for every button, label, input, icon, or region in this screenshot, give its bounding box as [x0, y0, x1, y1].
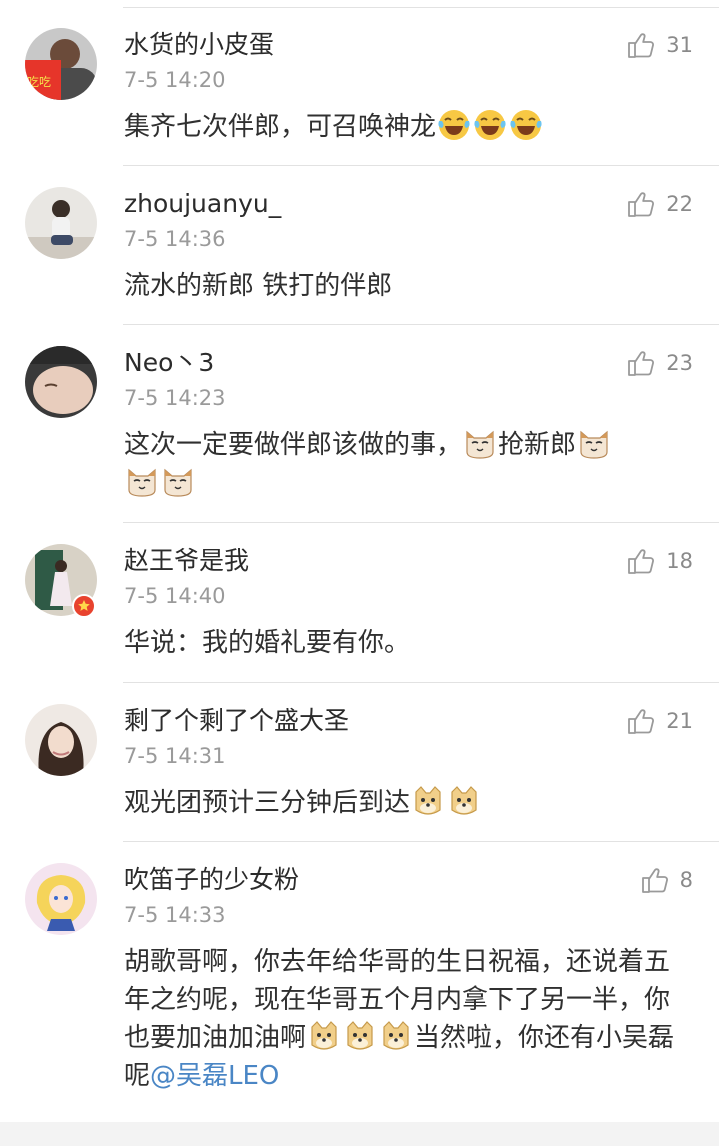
- comment-text: 华说：我的婚礼要有你。: [124, 628, 411, 658]
- laugh-cry-emoji: [473, 108, 507, 142]
- divider: [123, 522, 719, 523]
- avatar[interactable]: [25, 187, 97, 259]
- timestamp: 7-5 14:40: [124, 584, 226, 608]
- user-mention-link[interactable]: @吴磊LEO: [150, 1061, 279, 1091]
- verified-badge-icon: [72, 594, 96, 618]
- avatar[interactable]: [25, 346, 97, 418]
- username[interactable]: Neo丶3: [124, 346, 214, 380]
- username[interactable]: zhoujuanyu_: [124, 187, 281, 221]
- thumbs-up-icon: [640, 865, 670, 895]
- comment-text: 胡歌哥啊，你去年给华哥的生日祝福，还说着五年之约呢，现在华哥五个月内拿下了另一半…: [124, 943, 694, 1095]
- like-count: 31: [666, 33, 693, 57]
- like-button[interactable]: 31: [626, 30, 693, 60]
- comment-text: 集齐七次伴郎，可召唤神龙: [124, 108, 694, 146]
- timestamp: 7-5 14:20: [124, 68, 226, 92]
- cat-emoji: [463, 426, 497, 460]
- like-count: 21: [666, 709, 693, 733]
- timestamp: 7-5 14:31: [124, 744, 226, 768]
- timestamp: 7-5 14:33: [124, 903, 226, 927]
- thumbs-up-icon: [626, 189, 656, 219]
- bottom-band: [0, 1122, 719, 1146]
- doge-emoji: [307, 1019, 341, 1053]
- thumbs-up-icon: [626, 348, 656, 378]
- divider: [123, 165, 719, 166]
- like-button[interactable]: 18: [626, 546, 693, 576]
- like-button[interactable]: 8: [640, 865, 693, 895]
- like-count: 18: [666, 549, 693, 573]
- like-count: 22: [666, 192, 693, 216]
- comment-text: 流水的新郎 铁打的伴郎: [124, 271, 393, 301]
- divider: [123, 841, 719, 842]
- doge-emoji: [447, 784, 481, 818]
- comment-item: 吹笛子的少女粉 7-5 14:33 8 胡歌哥啊，你去年给华哥的生日祝福，还说着…: [0, 863, 719, 1122]
- comment-text-part: 集齐七次伴郎，可召唤神龙: [124, 112, 437, 142]
- like-button[interactable]: 21: [626, 706, 693, 736]
- cat-emoji: [577, 426, 611, 460]
- like-button[interactable]: 23: [626, 348, 693, 378]
- comment-item: zhoujuanyu_ 7-5 14:36 22 流水的新郎 铁打的伴郎: [0, 187, 719, 325]
- timestamp: 7-5 14:36: [124, 227, 226, 251]
- laugh-cry-emoji: [437, 108, 471, 142]
- comment-text: 这次一定要做伴郎该做的事， 抢新郎: [124, 426, 694, 502]
- timestamp: 7-5 14:23: [124, 386, 226, 410]
- avatar[interactable]: 吃吃: [25, 28, 97, 100]
- thumbs-up-icon: [626, 706, 656, 736]
- top-divider: [123, 7, 719, 8]
- username[interactable]: 剩了个剩了个盛大圣: [124, 704, 349, 738]
- cat-emoji: [125, 464, 159, 498]
- comment-text-part: 抢新郎: [498, 430, 577, 460]
- username[interactable]: 水货的小皮蛋: [124, 28, 274, 62]
- divider: [123, 682, 719, 683]
- like-button[interactable]: 22: [626, 189, 693, 219]
- comment-text-part: 观光团预计三分钟后到达: [124, 788, 411, 818]
- doge-emoji: [379, 1019, 413, 1053]
- comment-text: 观光团预计三分钟后到达: [124, 784, 694, 822]
- like-count: 8: [679, 868, 693, 892]
- svg-text:吃吃: 吃吃: [27, 75, 51, 89]
- avatar[interactable]: [25, 704, 97, 776]
- divider: [123, 324, 719, 325]
- doge-emoji: [411, 784, 445, 818]
- comment-item: 赵王爷是我 7-5 14:40 18 华说：我的婚礼要有你。: [0, 544, 719, 683]
- cat-emoji: [161, 464, 195, 498]
- username[interactable]: 吹笛子的少女粉: [124, 863, 299, 897]
- thumbs-up-icon: [626, 546, 656, 576]
- comment-text-part: 这次一定要做伴郎该做的事，: [124, 430, 463, 460]
- like-count: 23: [666, 351, 693, 375]
- thumbs-up-icon: [626, 30, 656, 60]
- comment-item: Neo丶3 7-5 14:23 23 这次一定要做伴郎该做的事， 抢新郎: [0, 346, 719, 523]
- doge-emoji: [343, 1019, 377, 1053]
- avatar[interactable]: [25, 863, 97, 935]
- username[interactable]: 赵王爷是我: [124, 544, 249, 578]
- laugh-cry-emoji: [509, 108, 543, 142]
- comment-item: 吃吃 水货的小皮蛋 7-5 14:20 31 集齐七次伴郎，可召唤神龙: [0, 28, 719, 166]
- comment-item: 剩了个剩了个盛大圣 7-5 14:31 21 观光团预计三分钟后到达: [0, 704, 719, 842]
